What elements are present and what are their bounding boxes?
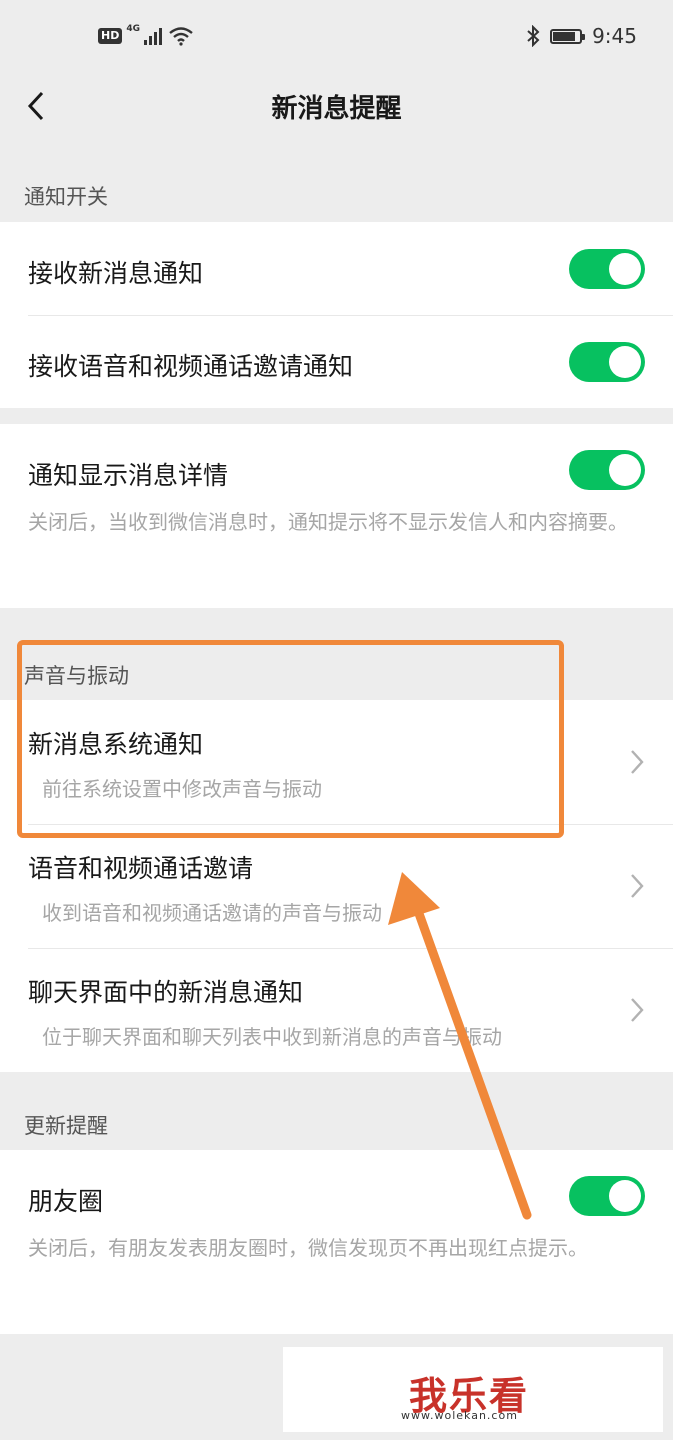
row-description: 收到语音和视频通话邀请的声音与振动 (42, 901, 382, 925)
update-reminder-group: 朋友圈 关闭后，有朋友发表朋友圈时，微信发现页不再出现红点提示。 (0, 1150, 673, 1334)
wifi-icon (169, 27, 193, 46)
chevron-right-icon (631, 750, 644, 774)
row-new-message-system-notify[interactable]: 新消息系统通知 前往系统设置中修改声音与振动 (0, 700, 673, 824)
page-title: 新消息提醒 (271, 94, 402, 124)
network-type: 4G (126, 24, 140, 34)
row-title: 通知显示消息详情 (28, 461, 229, 490)
toggle-show-message-details[interactable] (569, 450, 645, 490)
status-time: 9:45 (592, 24, 637, 48)
hd-badge: HD (98, 28, 123, 44)
row-title: 聊天界面中的新消息通知 (28, 978, 304, 1007)
row-title: 接收语音和视频通话邀请通知 (28, 352, 354, 381)
row-show-message-details: 通知显示消息详情 关闭后，当收到微信消息时，通知提示将不显示发信人和内容摘要。 (0, 424, 673, 608)
row-chat-new-message-notify[interactable]: 聊天界面中的新消息通知 位于聊天界面和聊天列表中收到新消息的声音与振动 (0, 948, 673, 1072)
toggle-receive-new-message[interactable] (569, 249, 645, 289)
show-details-group: 通知显示消息详情 关闭后，当收到微信消息时，通知提示将不显示发信人和内容摘要。 (0, 424, 673, 608)
section-header-update-reminder: 更新提醒 (24, 1114, 108, 1138)
sound-vibration-group: 新消息系统通知 前往系统设置中修改声音与振动 语音和视频通话邀请 收到语音和视频… (0, 700, 673, 1072)
battery-fill (553, 31, 576, 41)
toggle-moments[interactable] (569, 1176, 645, 1216)
toggle-knob (609, 346, 641, 378)
section-header-sound-vibration: 声音与振动 (24, 664, 129, 688)
row-description: 位于聊天界面和聊天列表中收到新消息的声音与振动 (42, 1025, 502, 1049)
watermark: 我乐看 www.wolekan.com (283, 1347, 663, 1432)
status-bar: HD 4G 9:45 (0, 0, 673, 80)
chevron-right-icon (631, 998, 644, 1022)
battery-icon (550, 28, 586, 44)
row-receive-call-invite: 接收语音和视频通话邀请通知 (0, 315, 673, 408)
chevron-right-icon (631, 874, 644, 898)
section-header-notification-switch: 通知开关 (24, 185, 108, 209)
status-left: HD 4G (98, 24, 194, 46)
bluetooth-icon (527, 25, 540, 47)
row-call-invite-sound[interactable]: 语音和视频通话邀请 收到语音和视频通话邀请的声音与振动 (0, 824, 673, 948)
signal-icon (144, 28, 162, 45)
row-title: 朋友圈 (28, 1187, 104, 1216)
row-title: 接收新消息通知 (28, 259, 204, 288)
nav-bar: 新消息提醒 (0, 70, 673, 142)
watermark-url: www.wolekan.com (401, 1409, 518, 1422)
toggle-knob (609, 1180, 641, 1212)
row-title: 语音和视频通话邀请 (28, 854, 254, 883)
row-title: 新消息系统通知 (28, 730, 204, 759)
row-description: 关闭后，有朋友发表朋友圈时，微信发现页不再出现红点提示。 (28, 1236, 588, 1260)
toggle-knob (609, 454, 641, 486)
status-right: 9:45 (526, 24, 637, 48)
toggle-knob (609, 253, 641, 285)
toggle-receive-call-invite[interactable] (569, 342, 645, 382)
notification-switch-group: 接收新消息通知 接收语音和视频通话邀请通知 (0, 222, 673, 408)
row-description: 关闭后，当收到微信消息时，通知提示将不显示发信人和内容摘要。 (28, 510, 628, 534)
row-description: 前往系统设置中修改声音与振动 (42, 777, 322, 801)
row-receive-new-message: 接收新消息通知 (0, 222, 673, 315)
row-moments: 朋友圈 关闭后，有朋友发表朋友圈时，微信发现页不再出现红点提示。 (0, 1150, 673, 1334)
